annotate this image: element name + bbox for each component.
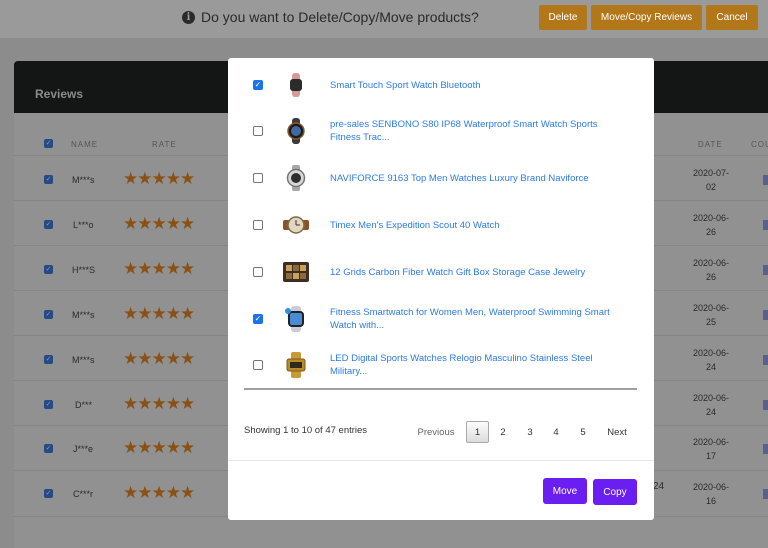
- reviewer-name: L***o: [73, 220, 94, 230]
- flag-icon: [763, 400, 768, 410]
- row-checkbox[interactable]: ✓: [44, 310, 53, 319]
- leather-field-watch-icon: [283, 216, 309, 234]
- steel-chronograph-icon: [286, 165, 306, 191]
- product-title[interactable]: LED Digital Sports Watches Relogio Mascu…: [330, 352, 630, 378]
- product-title[interactable]: Smart Touch Sport Watch Bluetooth: [330, 79, 630, 92]
- review-date: 2020-06- 16: [692, 482, 730, 506]
- pagination-page-5[interactable]: 5: [572, 421, 594, 443]
- row-checkbox[interactable]: ✓: [44, 489, 53, 498]
- product-row[interactable]: ✓ Fitness Smartwatch for Women Men, Wate…: [244, 296, 637, 342]
- flag-icon: [763, 355, 768, 365]
- reviewer-name: M***s: [72, 175, 95, 185]
- product-checkbox[interactable]: ✓: [253, 314, 263, 324]
- product-select-modal: ✓ Smart Touch Sport Watch Bluetooth pre-…: [228, 58, 654, 520]
- column-country: COU: [751, 140, 768, 149]
- star-rating: ★★★★★: [123, 214, 195, 233]
- flag-icon: [763, 220, 768, 230]
- product-row[interactable]: LED Digital Sports Watches Relogio Mascu…: [244, 342, 637, 388]
- product-checkbox[interactable]: [253, 173, 263, 183]
- product-checkbox[interactable]: ✓: [253, 80, 263, 90]
- star-rating: ★★★★★: [123, 304, 195, 323]
- reviewer-name: M***s: [72, 355, 95, 365]
- partial-cell-text: 24: [653, 481, 665, 492]
- reviewer-name: C***r: [73, 489, 94, 499]
- product-checkbox[interactable]: [253, 126, 263, 136]
- select-all-checkbox[interactable]: ✓: [44, 139, 53, 148]
- star-rating: ★★★★★: [123, 483, 195, 502]
- row-checkbox[interactable]: ✓: [44, 175, 53, 184]
- square-smartwatch-icon: [285, 306, 304, 332]
- delete-button[interactable]: Delete: [539, 5, 587, 30]
- product-row[interactable]: pre-sales SENBONO S80 IP68 Waterproof Sm…: [244, 108, 637, 154]
- pagination-next[interactable]: Next: [601, 421, 633, 443]
- product-checkbox[interactable]: [253, 360, 263, 370]
- star-rating: ★★★★★: [123, 394, 195, 413]
- round-smartwatch-icon: [287, 118, 305, 144]
- reviewer-name: D***: [75, 400, 93, 410]
- product-title[interactable]: Timex Men's Expedition Scout 40 Watch: [330, 219, 630, 232]
- entries-info: Showing 1 to 10 of 47 entries: [244, 425, 368, 436]
- column-rate: RATE: [152, 140, 177, 149]
- product-title[interactable]: pre-sales SENBONO S80 IP68 Waterproof Sm…: [330, 118, 630, 144]
- pagination-previous[interactable]: Previous: [411, 421, 461, 443]
- row-checkbox[interactable]: ✓: [44, 355, 53, 364]
- row-checkbox[interactable]: ✓: [44, 220, 53, 229]
- review-date: 2020-06- 26: [692, 258, 730, 282]
- product-row[interactable]: Timex Men's Expedition Scout 40 Watch: [244, 202, 637, 248]
- review-date: 2020-06- 17: [692, 437, 730, 461]
- pink-band-watch-icon: [290, 73, 302, 97]
- info-icon: i: [182, 10, 195, 24]
- gold-digital-watch-icon: [286, 352, 306, 378]
- star-rating: ★★★★★: [123, 438, 195, 457]
- product-title[interactable]: NAVIFORCE 9163 Top Men Watches Luxury Br…: [330, 172, 630, 185]
- row-checkbox[interactable]: ✓: [44, 265, 53, 274]
- reviewer-name: M***s: [72, 310, 95, 320]
- pagination-page-3[interactable]: 3: [519, 421, 541, 443]
- move-button[interactable]: Move: [543, 478, 587, 504]
- flag-icon: [763, 310, 768, 320]
- product-checkbox[interactable]: [253, 267, 263, 277]
- watch-box-icon: [283, 262, 309, 282]
- product-row[interactable]: 12 Grids Carbon Fiber Watch Gift Box Sto…: [244, 249, 637, 295]
- review-date: 2020-06- 25: [692, 303, 730, 327]
- review-date: 2020-06- 24: [692, 348, 730, 372]
- reviewer-name: J***e: [73, 444, 94, 454]
- pagination-page-4[interactable]: 4: [545, 421, 567, 443]
- confirm-question-text: Do you want to Delete/Copy/Move products…: [201, 9, 479, 25]
- flag-icon: [763, 175, 768, 185]
- pagination-page-1[interactable]: 1: [466, 421, 489, 443]
- flag-icon: [763, 489, 768, 499]
- row-checkbox[interactable]: ✓: [44, 444, 53, 453]
- review-date: 2020-06- 26: [692, 213, 730, 237]
- product-checkbox[interactable]: [253, 220, 263, 230]
- review-date: 2020-07- 02: [692, 168, 730, 192]
- column-date: DATE: [698, 140, 723, 149]
- product-title[interactable]: 12 Grids Carbon Fiber Watch Gift Box Sto…: [330, 266, 630, 279]
- flag-icon: [763, 265, 768, 275]
- modal-footer-divider: [228, 460, 654, 461]
- confirm-question: i Do you want to Delete/Copy/Move produc…: [182, 9, 479, 25]
- column-name: NAME: [71, 140, 99, 149]
- reviewer-name: H***S: [72, 265, 96, 275]
- row-checkbox[interactable]: ✓: [44, 400, 53, 409]
- flag-icon: [763, 444, 768, 454]
- star-rating: ★★★★★: [123, 169, 195, 188]
- review-date: 2020-06- 24: [692, 393, 730, 417]
- product-title[interactable]: Fitness Smartwatch for Women Men, Waterp…: [330, 306, 630, 332]
- list-divider: [244, 388, 637, 390]
- copy-button[interactable]: Copy: [593, 479, 637, 505]
- cancel-button[interactable]: Cancel: [706, 5, 758, 30]
- product-row[interactable]: NAVIFORCE 9163 Top Men Watches Luxury Br…: [244, 155, 637, 201]
- star-rating: ★★★★★: [123, 349, 195, 368]
- star-rating: ★★★★★: [123, 259, 195, 278]
- product-row[interactable]: ✓ Smart Touch Sport Watch Bluetooth: [244, 62, 637, 108]
- pagination-page-2[interactable]: 2: [492, 421, 514, 443]
- move-copy-reviews-button[interactable]: Move/Copy Reviews: [591, 5, 702, 30]
